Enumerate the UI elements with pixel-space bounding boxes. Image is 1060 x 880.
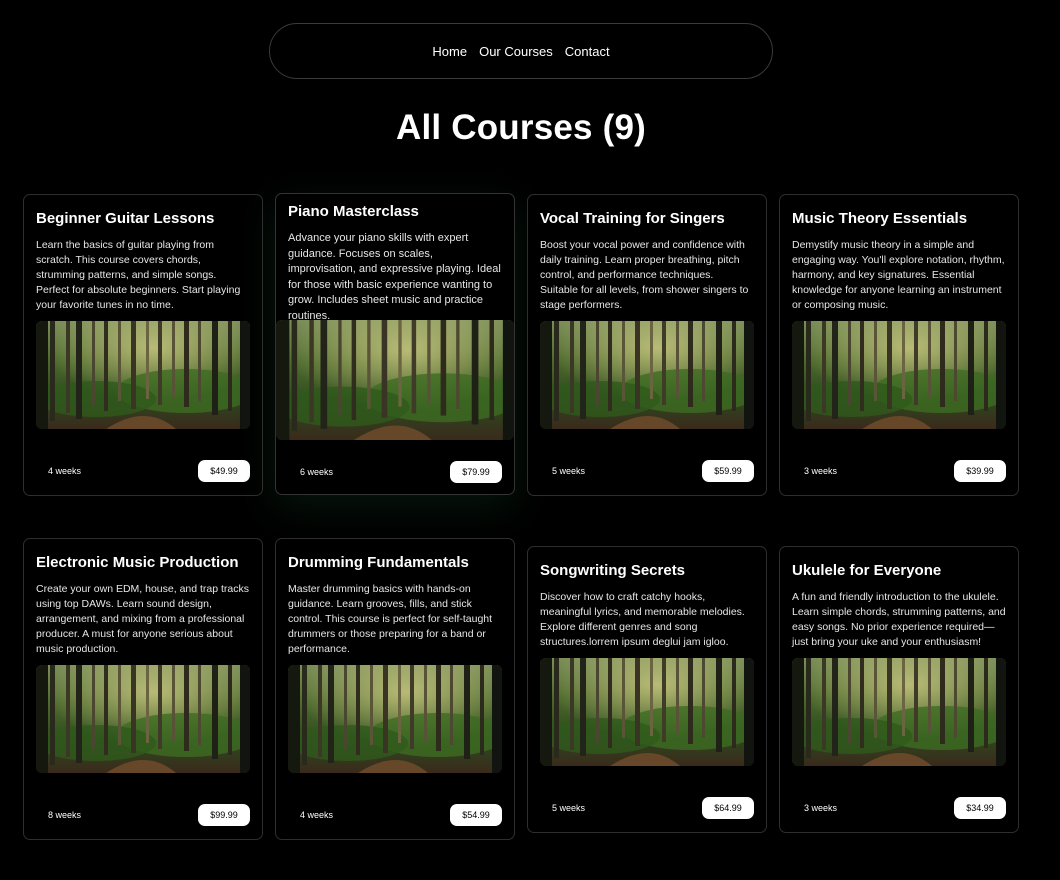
- price-button[interactable]: $34.99: [954, 797, 1006, 819]
- course-title: Ukulele for Everyone: [792, 562, 942, 579]
- course-image: [288, 665, 502, 773]
- course-title: Electronic Music Production: [36, 554, 239, 571]
- course-description: Create your own EDM, house, and trap tra…: [36, 583, 250, 655]
- course-title: Songwriting Secrets: [540, 562, 686, 579]
- course-card[interactable]: Music Theory Essentials Demystify music …: [779, 194, 1019, 496]
- course-card[interactable]: Electronic Music Production Create your …: [23, 538, 263, 840]
- course-card[interactable]: Songwriting Secrets Discover how to craf…: [527, 546, 767, 833]
- price-button[interactable]: $39.99: [954, 460, 1006, 482]
- course-description: Advance your piano skills with expert gu…: [288, 232, 501, 322]
- course-duration: 4 weeks: [48, 466, 82, 476]
- price-button[interactable]: $79.99: [450, 461, 502, 483]
- course-duration: 3 weeks: [804, 803, 838, 813]
- course-title: Drumming Fundamentals: [288, 554, 469, 571]
- top-nav: Home Our Courses Contact: [269, 23, 773, 79]
- course-card[interactable]: Beginner Guitar Lessons Learn the basics…: [23, 194, 263, 496]
- price-button[interactable]: $64.99: [702, 797, 754, 819]
- course-image: [276, 320, 514, 440]
- course-title: Beginner Guitar Lessons: [36, 210, 215, 227]
- course-image: [540, 658, 754, 766]
- course-duration: 5 weeks: [552, 466, 586, 476]
- nav-contact-link[interactable]: Contact: [565, 44, 610, 59]
- course-image: [540, 321, 754, 429]
- course-card[interactable]: Piano Masterclass Advance your piano ski…: [275, 193, 515, 495]
- course-card[interactable]: Drumming Fundamentals Master drumming ba…: [275, 538, 515, 840]
- course-title: Piano Masterclass: [288, 203, 419, 220]
- course-image: [36, 321, 250, 429]
- course-description: A fun and friendly introduction to the u…: [792, 591, 1006, 648]
- course-image: [792, 321, 1006, 429]
- course-card[interactable]: Ukulele for Everyone A fun and friendly …: [779, 546, 1019, 833]
- course-description: Boost your vocal power and confidence wi…: [540, 239, 749, 311]
- course-image: [792, 658, 1006, 766]
- price-button[interactable]: $99.99: [198, 804, 250, 826]
- course-description: Discover how to craft catchy hooks, mean…: [540, 591, 745, 648]
- price-button[interactable]: $59.99: [702, 460, 754, 482]
- course-image: [36, 665, 250, 773]
- price-button[interactable]: $54.99: [450, 804, 502, 826]
- page-title: All Courses (9): [396, 108, 646, 147]
- course-duration: 8 weeks: [48, 810, 82, 820]
- price-button[interactable]: $49.99: [198, 460, 250, 482]
- course-description: Learn the basics of guitar playing from …: [36, 239, 241, 311]
- nav-our-courses-link[interactable]: Our Courses: [479, 44, 553, 59]
- course-title: Vocal Training for Singers: [540, 210, 725, 227]
- course-duration: 5 weeks: [552, 803, 586, 813]
- course-title: Music Theory Essentials: [792, 210, 968, 227]
- course-duration: 3 weeks: [804, 466, 838, 476]
- course-duration: 4 weeks: [300, 810, 334, 820]
- nav-home-link[interactable]: Home: [432, 44, 467, 59]
- course-description: Master drumming basics with hands-on gui…: [288, 583, 493, 655]
- course-description: Demystify music theory in a simple and e…: [792, 239, 1005, 311]
- course-card[interactable]: Vocal Training for Singers Boost your vo…: [527, 194, 767, 496]
- course-duration: 6 weeks: [300, 467, 334, 477]
